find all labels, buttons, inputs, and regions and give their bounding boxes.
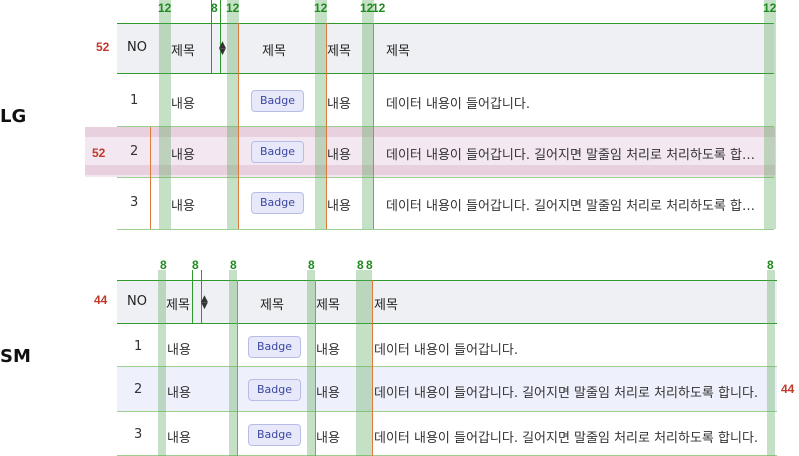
- sm-row3-col3: 내용: [316, 431, 340, 446]
- lg-row2-text: 데이터 내용이 들어갑니다. 길어지면 말줄임 처리로 처리하도록 합…: [386, 148, 755, 163]
- sm-gap-label: 8: [160, 258, 167, 272]
- lg-row2-badge: Badge: [251, 141, 305, 163]
- sm-row2-badge: Badge: [248, 379, 302, 401]
- lg-row1-col1: 내용: [171, 97, 195, 112]
- lg-row3-col1: 내용: [171, 199, 195, 214]
- sm-table-header: [117, 280, 777, 323]
- lg-header-no: NO: [127, 40, 147, 55]
- lg-header-col2: 제목: [262, 44, 286, 59]
- lg-gap-band: [159, 0, 171, 229]
- lg-row-height: 52: [92, 146, 106, 160]
- lg-header-col4: 제목: [386, 44, 410, 59]
- lg-row-sep-1: [117, 126, 774, 127]
- sm-header-bottom-line: [117, 323, 777, 324]
- lg-row2-col1: 내용: [171, 148, 195, 163]
- sm-row2-col3: 내용: [316, 386, 340, 401]
- lg-row2-pad-top: [85, 127, 775, 137]
- sm-row2-no: 2: [134, 382, 143, 397]
- lg-col-line: [150, 127, 151, 229]
- lg-row-sep-3: [117, 229, 774, 230]
- sm-row2-col1: 내용: [167, 386, 191, 401]
- lg-size-label: LG: [0, 106, 27, 127]
- sm-header-col3: 제목: [316, 298, 340, 313]
- lg-gap-label: 8: [211, 1, 218, 15]
- sm-size-label: SM: [0, 346, 31, 367]
- lg-gap-label: 12: [158, 1, 172, 15]
- lg-header-height: 52: [96, 40, 110, 54]
- sm-row-sep-1: [117, 366, 777, 367]
- lg-col-line: [238, 23, 239, 229]
- lg-gap-label: 12: [372, 1, 386, 15]
- sm-gap-band: [364, 270, 372, 456]
- lg-gap-band: [764, 0, 776, 229]
- sm-row1-col3: 내용: [316, 343, 340, 358]
- lg-gap-label: 12: [226, 1, 240, 15]
- sm-row3-col1: 내용: [167, 431, 191, 446]
- lg-col-line: [373, 23, 374, 229]
- sm-header-top-line: [117, 280, 777, 281]
- sort-updown-icon[interactable]: ▲ ▼: [219, 41, 226, 57]
- lg-row1-col3: 내용: [327, 97, 351, 112]
- sm-gap-label: 8: [357, 258, 364, 272]
- sm-row1-badge: Badge: [248, 336, 302, 358]
- sm-row3-badge: Badge: [248, 424, 302, 446]
- sm-gap-label: 8: [230, 258, 237, 272]
- sm-row1-no: 1: [134, 339, 143, 354]
- sm-gap-label: 8: [366, 258, 373, 272]
- lg-header-col3: 제목: [327, 44, 351, 59]
- lg-header-bottom-line: [117, 73, 774, 74]
- sm-col-line: [237, 280, 238, 456]
- sm-gap-band: [158, 270, 166, 456]
- sm-header-no: NO: [127, 294, 147, 309]
- sm-header-height: 44: [94, 293, 108, 307]
- lg-row1-badge: Badge: [251, 90, 305, 112]
- sm-gap-band: [229, 270, 237, 456]
- lg-gap-label: 12: [314, 1, 328, 15]
- sm-row1-col1: 내용: [167, 343, 191, 358]
- sm-header-col4: 제목: [374, 298, 398, 313]
- lg-row3-text: 데이터 내용이 들어갑니다. 길어지면 말줄임 처리로 처리하도록 합…: [386, 199, 755, 214]
- sm-row2-text: 데이터 내용이 들어갑니다. 길어지면 말줄임 처리로 처리하도록 합니다.: [374, 386, 759, 401]
- lg-row3-badge: Badge: [251, 192, 305, 214]
- lg-row2-no: 2: [130, 144, 139, 159]
- lg-gap-label: 12: [763, 1, 777, 15]
- lg-row2-pad-bottom: [85, 165, 775, 175]
- sm-gap-band: [767, 270, 775, 456]
- lg-row2-col3: 내용: [327, 148, 351, 163]
- lg-row1-no: 1: [130, 93, 139, 108]
- sm-row1-text: 데이터 내용이 들어갑니다.: [374, 343, 518, 358]
- sm-row3-no: 3: [134, 427, 143, 442]
- lg-row3-col3: 내용: [327, 199, 351, 214]
- sm-row3-text: 데이터 내용이 들어갑니다. 길어지면 말줄임 처리로 처리하도록 합니다.: [374, 431, 759, 446]
- sm-row-height: 44: [781, 382, 795, 396]
- sort-updown-icon[interactable]: ▲ ▼: [201, 295, 208, 311]
- sm-header-col2: 제목: [260, 298, 284, 313]
- sm-col-line: [372, 280, 373, 456]
- sm-row-sep-2: [117, 411, 777, 412]
- sm-gap-band: [356, 270, 364, 456]
- sm-gap-label: 8: [308, 258, 315, 272]
- sm-gap-label: 8: [767, 258, 774, 272]
- lg-row1-text: 데이터 내용이 들어갑니다.: [386, 97, 530, 112]
- lg-row3-no: 3: [130, 195, 139, 210]
- sm-gap-label: 8: [192, 258, 199, 272]
- sm-header-col1[interactable]: 제목: [166, 294, 190, 313]
- lg-row-sep-2: [117, 177, 774, 178]
- lg-header-col1[interactable]: 제목: [171, 40, 195, 59]
- sm-gap-band: [307, 270, 315, 456]
